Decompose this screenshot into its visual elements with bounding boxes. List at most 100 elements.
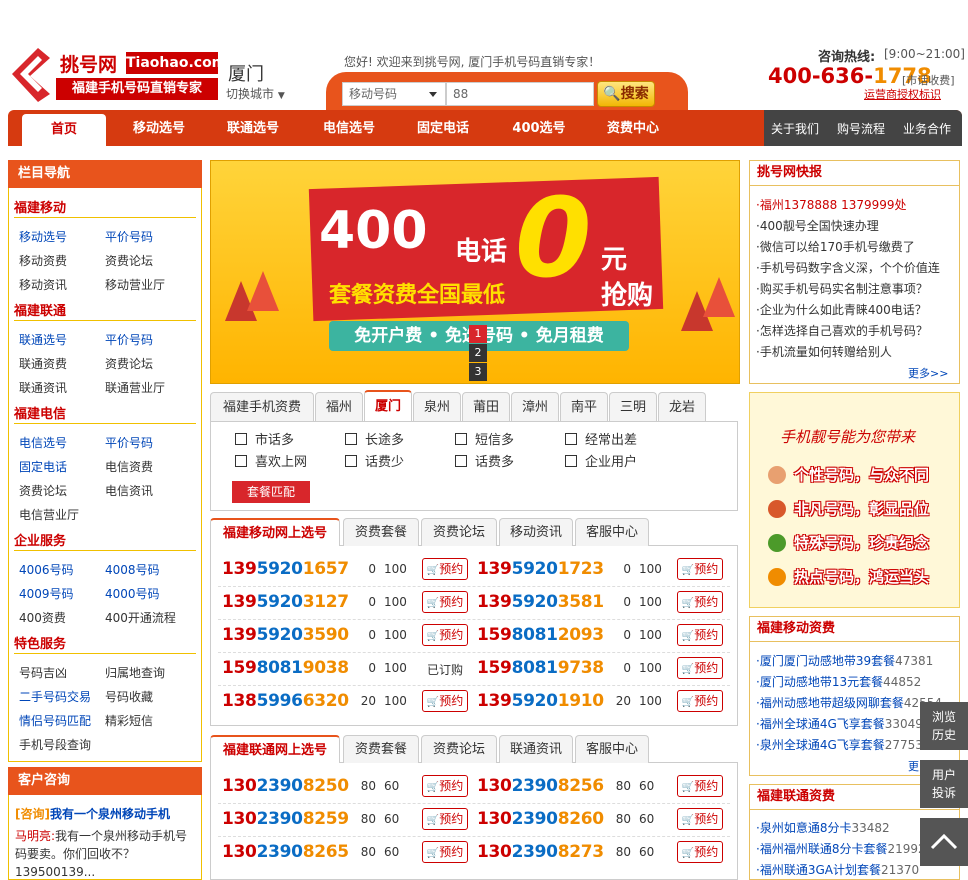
- fee-item[interactable]: ·厦门厦门动感地带39套餐47381: [756, 652, 933, 669]
- news-item[interactable]: ·怎样选择自己喜欢的手机号码？: [756, 322, 928, 339]
- fee-item[interactable]: ·福州联通3GA计划套餐21370: [756, 861, 919, 878]
- logo[interactable]: 挑号网 Tiaohao.com 福建手机号码直销专家: [8, 46, 226, 104]
- nav-home[interactable]: 首页: [22, 114, 106, 146]
- city-tab-fuzhou[interactable]: 福州: [315, 392, 363, 422]
- sidebar-link[interactable]: 移动资讯: [19, 276, 67, 293]
- reserve-button[interactable]: 🛒预约: [422, 558, 468, 580]
- phone-number[interactable]: 13023908273: [477, 842, 604, 862]
- reserve-button[interactable]: 🛒预约: [422, 808, 468, 830]
- sidebar-link[interactable]: 4000号码: [105, 585, 160, 602]
- phone-number[interactable]: 13959201657: [222, 559, 349, 579]
- phone-number[interactable]: 13959203581: [477, 592, 604, 612]
- sidebar-section-enterprise[interactable]: 企业服务: [14, 530, 66, 549]
- city-tab-zhangzhou[interactable]: 漳州: [511, 392, 559, 422]
- phone-number[interactable]: 13023908259: [222, 809, 349, 829]
- back-to-top-button[interactable]: [920, 818, 968, 866]
- filter-checkbox[interactable]: 话费多: [455, 451, 514, 470]
- fee-item[interactable]: ·泉州如意通8分卡33482: [756, 819, 890, 836]
- sidebar-link[interactable]: 归属地查询: [105, 664, 165, 681]
- tab-unicom-service[interactable]: 客服中心: [575, 735, 649, 763]
- phone-number[interactable]: 13023908265: [222, 842, 349, 862]
- sidebar-link[interactable]: 资费论坛: [105, 252, 153, 269]
- reserve-button[interactable]: 🛒预约: [677, 808, 723, 830]
- banner-dot-3[interactable]: 3: [469, 363, 487, 381]
- news-item[interactable]: ·400靓号全国快速办理: [756, 217, 879, 234]
- tab-mobile-package[interactable]: 资费套餐: [343, 518, 419, 546]
- reserve-button[interactable]: 🛒预约: [677, 624, 723, 646]
- news-item[interactable]: ·手机号码数字含义深，个个价值连: [756, 259, 940, 276]
- reserve-button[interactable]: 🛒预约: [677, 591, 723, 613]
- sidebar-link[interactable]: 联通资费: [19, 355, 67, 372]
- reserve-button[interactable]: 🛒预约: [677, 657, 723, 679]
- reserve-button[interactable]: 🛒预约: [422, 841, 468, 863]
- tab-unicom-forum[interactable]: 资费论坛: [421, 735, 497, 763]
- sidebar-link[interactable]: 手机号段查询: [19, 736, 91, 753]
- reserve-button[interactable]: 🛒预约: [677, 775, 723, 797]
- nav-fixed[interactable]: 固定电话: [400, 110, 486, 146]
- sidebar-link[interactable]: 联通选号: [19, 331, 67, 348]
- filter-checkbox[interactable]: 话费少: [345, 451, 404, 470]
- tab-mobile-forum[interactable]: 资费论坛: [421, 518, 497, 546]
- sidebar-link[interactable]: 号码收藏: [105, 688, 153, 705]
- sidebar-link[interactable]: 电信选号: [19, 434, 67, 451]
- sidebar-link[interactable]: 4009号码: [19, 585, 74, 602]
- phone-number[interactable]: 13023908260: [477, 809, 604, 829]
- history-button[interactable]: 浏览历史: [920, 702, 968, 750]
- sidebar-link[interactable]: 固定电话: [19, 458, 67, 475]
- sidebar-link[interactable]: 号码吉凶: [19, 664, 67, 681]
- reserve-button[interactable]: 🛒预约: [422, 624, 468, 646]
- reserve-button[interactable]: 🛒预约: [677, 558, 723, 580]
- fee-item[interactable]: ·福州全球通4G飞享套餐33049: [756, 715, 923, 732]
- nav-mobile[interactable]: 移动选号: [116, 110, 202, 146]
- news-more-link[interactable]: 更多>>: [908, 365, 948, 381]
- reserve-button[interactable]: 🛒预约: [677, 690, 723, 712]
- nav-unicom[interactable]: 联通选号: [210, 110, 296, 146]
- city-tab-putian[interactable]: 莆田: [462, 392, 510, 422]
- tab-mobile-news[interactable]: 移动资讯: [499, 518, 573, 546]
- filter-checkbox[interactable]: 短信多: [455, 429, 514, 448]
- filter-checkbox[interactable]: 企业用户: [565, 451, 637, 470]
- reserve-button[interactable]: 🛒预约: [422, 775, 468, 797]
- news-item[interactable]: ·福州1378888 1379999处: [756, 196, 907, 213]
- reserve-button[interactable]: 🛒预约: [677, 841, 723, 863]
- tab-mobile-select[interactable]: 福建移动网上选号: [210, 518, 340, 546]
- sidebar-link[interactable]: 精彩短信: [105, 712, 153, 729]
- sidebar-link[interactable]: 平价号码: [105, 331, 153, 348]
- tab-mobile-service[interactable]: 客服中心: [575, 518, 649, 546]
- match-button[interactable]: 套餐匹配: [232, 481, 310, 503]
- filter-checkbox[interactable]: 长途多: [345, 429, 404, 448]
- news-item[interactable]: ·企业为什么如此青睐400电话？: [756, 301, 927, 318]
- filter-checkbox[interactable]: 市话多: [235, 429, 294, 448]
- reserve-button[interactable]: 🛒预约: [422, 591, 468, 613]
- nav-process[interactable]: 购号流程: [830, 110, 892, 146]
- news-item[interactable]: ·微信可以给170手机号缴费了: [756, 238, 915, 255]
- reserve-button[interactable]: 🛒预约: [422, 690, 468, 712]
- tab-unicom-news[interactable]: 联通资讯: [499, 735, 573, 763]
- banner-dot-1[interactable]: 1: [469, 325, 487, 343]
- complaint-button[interactable]: 用户投诉: [920, 760, 968, 808]
- filter-checkbox[interactable]: 喜欢上网: [235, 451, 307, 470]
- search-type-select[interactable]: 移动号码: [342, 82, 446, 106]
- sidebar-link[interactable]: 400资费: [19, 609, 66, 626]
- sidebar-link[interactable]: 资费论坛: [105, 355, 153, 372]
- sidebar-link[interactable]: 二手号码交易: [19, 688, 91, 705]
- sidebar-link[interactable]: 电信营业厅: [19, 506, 79, 523]
- city-tab-nanping[interactable]: 南平: [560, 392, 608, 422]
- fee-item[interactable]: ·福州福州联通8分卡套餐21992: [756, 840, 926, 857]
- search-input[interactable]: [446, 82, 594, 106]
- sidebar-link[interactable]: 4008号码: [105, 561, 160, 578]
- sidebar-link[interactable]: 移动资费: [19, 252, 67, 269]
- nav-about[interactable]: 关于我们: [764, 110, 826, 146]
- fee-item[interactable]: ·厦门动感地带13元套餐44852: [756, 673, 921, 690]
- city-tab-xiamen[interactable]: 厦门: [364, 390, 412, 422]
- nav-telecom[interactable]: 电信选号: [306, 110, 392, 146]
- sidebar-link[interactable]: 400开通流程: [105, 609, 176, 626]
- search-button[interactable]: 🔍搜索: [597, 81, 655, 107]
- phone-number[interactable]: 13023908256: [477, 776, 604, 796]
- sidebar-section-unicom[interactable]: 福建联通: [14, 300, 66, 319]
- sidebar-link[interactable]: 联通营业厅: [105, 379, 165, 396]
- sidebar-section-special[interactable]: 特色服务: [14, 633, 66, 652]
- phone-number[interactable]: 13959201723: [477, 559, 604, 579]
- nav-fees[interactable]: 资费中心: [590, 110, 676, 146]
- auth-link[interactable]: 运营商授权标识: [864, 86, 941, 102]
